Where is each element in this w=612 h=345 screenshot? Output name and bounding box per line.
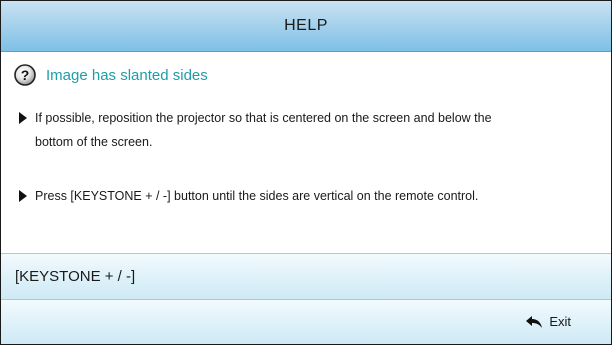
- keystone-label: [KEYSTONE + / -]: [15, 268, 136, 285]
- dialog-title: HELP: [284, 17, 328, 34]
- bullet-triangle-icon: [19, 112, 27, 124]
- dialog-header: HELP: [1, 1, 611, 52]
- exit-button[interactable]: Exit: [525, 314, 571, 329]
- help-bullet-text: If possible, reposition the projector so…: [35, 111, 492, 149]
- bullet-triangle-icon: [19, 190, 27, 202]
- help-bullet-item: If possible, reposition the projector so…: [19, 106, 519, 154]
- return-arrow-icon: [525, 315, 543, 329]
- svg-text:?: ?: [21, 67, 30, 83]
- help-topic: ? Image has slanted sides: [14, 64, 208, 86]
- help-bullet-text: Press [KEYSTONE + / -] button until the …: [35, 189, 479, 203]
- help-bullet-item: Press [KEYSTONE + / -] button until the …: [19, 184, 519, 208]
- help-question-icon: ?: [14, 64, 36, 86]
- keystone-row[interactable]: [KEYSTONE + / -]: [1, 253, 611, 299]
- dialog-footer: Exit: [1, 299, 611, 344]
- help-topic-title: Image has slanted sides: [46, 66, 208, 84]
- exit-label: Exit: [549, 314, 571, 329]
- help-dialog: HELP ? Image has slanted sides If possib…: [0, 0, 612, 345]
